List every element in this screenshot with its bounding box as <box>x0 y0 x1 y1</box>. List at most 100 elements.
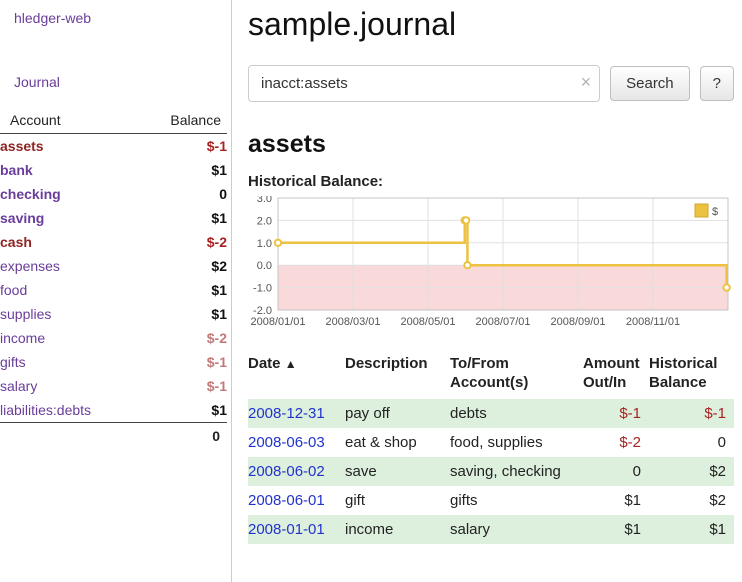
help-button[interactable]: ? <box>700 66 734 101</box>
svg-text:2008/03/01: 2008/03/01 <box>325 316 380 328</box>
transaction-date-link[interactable]: 2008-12-31 <box>248 405 325 422</box>
account-row-checking: checking 0 <box>0 182 227 206</box>
header-amount: Amount Out/In <box>583 350 649 399</box>
transaction-date-link[interactable]: 2008-01-01 <box>248 521 325 538</box>
transaction-row: 2008-06-03 eat & shop food, supplies $-2… <box>248 428 734 457</box>
account-balance: $1 <box>131 158 227 182</box>
accounts-header-row: Account Balance <box>0 110 227 134</box>
svg-text:2008/11/01: 2008/11/01 <box>626 316 680 328</box>
svg-text:0.0: 0.0 <box>257 260 272 272</box>
search-input[interactable] <box>248 65 600 102</box>
sort-ascending-icon: ▲ <box>285 357 297 371</box>
chart-svg: 3.02.01.00.0-1.0-2.02008/01/012008/03/01… <box>248 196 734 332</box>
transaction-balance: $2 <box>649 486 734 515</box>
account-link-income[interactable]: income <box>0 330 45 346</box>
header-balance: Historical Balance <box>649 350 734 399</box>
account-row-salary: salary $-1 <box>0 374 227 398</box>
svg-text:-1.0: -1.0 <box>253 283 272 295</box>
account-balance: $-1 <box>131 134 227 159</box>
account-balance: $1 <box>131 302 227 326</box>
account-link-bank[interactable]: bank <box>0 162 33 178</box>
account-balance: $1 <box>131 398 227 423</box>
clear-search-icon[interactable]: × <box>581 72 592 92</box>
nav-journal-link[interactable]: Journal <box>14 74 227 90</box>
sidebar: hledger-web Journal Account Balance asse… <box>0 0 232 582</box>
svg-text:2008/01/01: 2008/01/01 <box>250 316 305 328</box>
accounts-total-row: 0 <box>0 423 227 450</box>
header-date[interactable]: Date ▲ <box>248 350 345 399</box>
account-balance: $-2 <box>131 230 227 254</box>
account-row-cash: cash $-2 <box>0 230 227 254</box>
main-content: sample.journal × Search ? assets Histori… <box>232 0 742 582</box>
accounts-total-value: 0 <box>131 423 227 450</box>
account-link-supplies[interactable]: supplies <box>0 306 51 322</box>
transaction-tofrom: debts <box>450 399 583 428</box>
transaction-date-link[interactable]: 2008-06-03 <box>248 434 325 451</box>
header-description: Description <box>345 350 450 399</box>
accounts-table: Account Balance assets $-1 bank $1 check… <box>0 110 227 449</box>
transactions-table: Date ▲ Description To/From Account(s) Am… <box>248 350 734 544</box>
historical-balance-chart: 3.02.01.00.0-1.0-2.02008/01/012008/03/01… <box>248 196 734 332</box>
accounts-header-balance: Balance <box>131 110 227 134</box>
account-balance: 0 <box>131 182 227 206</box>
page-title: sample.journal <box>248 6 734 43</box>
account-row-saving: saving $1 <box>0 206 227 230</box>
account-balance: $-2 <box>131 326 227 350</box>
account-link-salary[interactable]: salary <box>0 378 37 394</box>
account-balance: $2 <box>131 254 227 278</box>
account-row-supplies: supplies $1 <box>0 302 227 326</box>
transaction-amount: $-1 <box>583 399 649 428</box>
transaction-tofrom: saving, checking <box>450 457 583 486</box>
svg-text:2008/05/01: 2008/05/01 <box>400 316 455 328</box>
transaction-date-link[interactable]: 2008-06-02 <box>248 463 325 480</box>
transaction-tofrom: gifts <box>450 486 583 515</box>
search-button[interactable]: Search <box>610 66 690 101</box>
svg-text:1.0: 1.0 <box>257 238 272 250</box>
svg-text:3.0: 3.0 <box>257 196 272 205</box>
transaction-amount: 0 <box>583 457 649 486</box>
account-row-assets: assets $-1 <box>0 134 227 159</box>
transaction-description: save <box>345 457 450 486</box>
account-row-liabilities-debts: liabilities:debts $1 <box>0 398 227 423</box>
account-link-expenses[interactable]: expenses <box>0 258 60 274</box>
transaction-balance: $-1 <box>649 399 734 428</box>
transaction-balance: $2 <box>649 457 734 486</box>
transaction-description: eat & shop <box>345 428 450 457</box>
transaction-description: pay off <box>345 399 450 428</box>
account-link-liabilities-debts[interactable]: liabilities:debts <box>0 402 91 418</box>
header-tofrom: To/From Account(s) <box>450 350 583 399</box>
svg-text:2.0: 2.0 <box>257 215 272 227</box>
app-title-link[interactable]: hledger-web <box>14 10 227 26</box>
search-field-wrap: × <box>248 65 600 102</box>
transaction-row: 2008-01-01 income salary $1 $1 <box>248 515 734 544</box>
account-link-checking[interactable]: checking <box>0 186 61 202</box>
transaction-tofrom: salary <box>450 515 583 544</box>
transaction-amount: $1 <box>583 486 649 515</box>
account-link-food[interactable]: food <box>0 282 27 298</box>
svg-text:2008/09/01: 2008/09/01 <box>550 316 605 328</box>
transaction-amount: $-2 <box>583 428 649 457</box>
search-row: × Search ? <box>248 65 734 102</box>
account-row-gifts: gifts $-1 <box>0 350 227 374</box>
transaction-date-link[interactable]: 2008-06-01 <box>248 492 325 509</box>
transaction-tofrom: food, supplies <box>450 428 583 457</box>
transactions-header-row: Date ▲ Description To/From Account(s) Am… <box>248 350 734 399</box>
transaction-row: 2008-06-02 save saving, checking 0 $2 <box>248 457 734 486</box>
account-row-food: food $1 <box>0 278 227 302</box>
svg-text:$: $ <box>712 206 718 218</box>
transaction-row: 2008-12-31 pay off debts $-1 $-1 <box>248 399 734 428</box>
chart-label: Historical Balance: <box>248 173 734 190</box>
account-link-assets[interactable]: assets <box>0 138 44 154</box>
transaction-amount: $1 <box>583 515 649 544</box>
account-balance: $1 <box>131 206 227 230</box>
transaction-balance: $1 <box>649 515 734 544</box>
account-balance: $-1 <box>131 350 227 374</box>
account-link-cash[interactable]: cash <box>0 234 32 250</box>
transaction-balance: 0 <box>649 428 734 457</box>
account-link-saving[interactable]: saving <box>0 210 44 226</box>
account-link-gifts[interactable]: gifts <box>0 354 26 370</box>
transaction-description: income <box>345 515 450 544</box>
transaction-description: gift <box>345 486 450 515</box>
account-balance: $1 <box>131 278 227 302</box>
account-heading: assets <box>248 130 734 159</box>
